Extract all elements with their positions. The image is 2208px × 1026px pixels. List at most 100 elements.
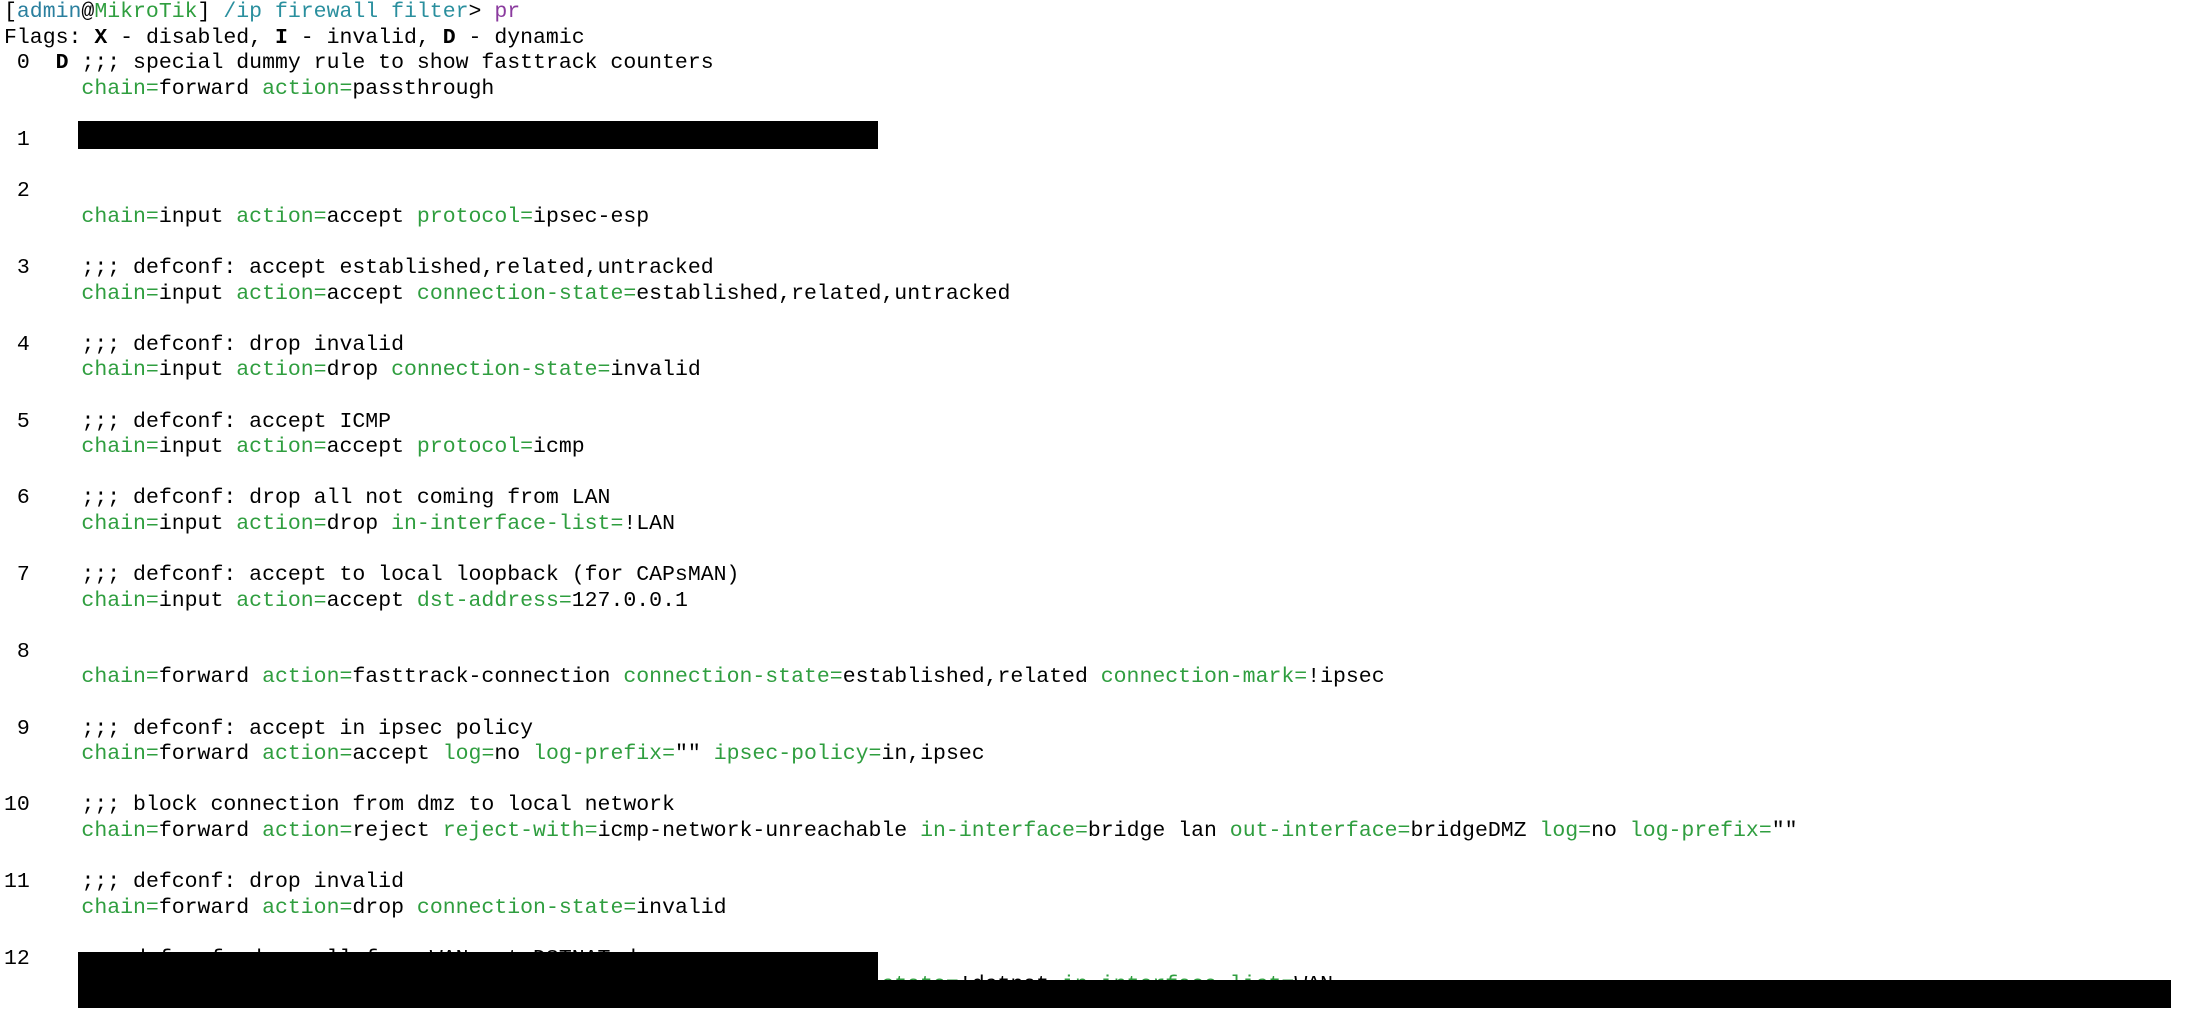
- rule-flag: D: [55, 51, 69, 76]
- rule-param-separator: [249, 665, 262, 689]
- rule-1-redaction: [78, 121, 878, 149]
- rule-params-line: chain=input action=drop connection-state…: [0, 358, 2208, 384]
- rule-param-value: forward: [158, 665, 250, 690]
- rule-header-line: 8: [0, 640, 2208, 666]
- rule-params-indent: [4, 512, 81, 536]
- firewall-rule[interactable]: 7 ;;; defconf: accept to local loopback …: [0, 563, 2208, 614]
- firewall-rule[interactable]: 2 chain=input action=accept protocol=ips…: [0, 179, 2208, 230]
- rule-param-separator: [404, 589, 417, 613]
- rule-header-line: 11 ;;; defconf: drop invalid: [0, 870, 2208, 896]
- rule-param-key: dst-address=: [416, 588, 572, 613]
- prompt-command: pr: [494, 0, 521, 24]
- rule-param-key: chain=: [81, 281, 159, 306]
- rule-comment: ;;; defconf: drop invalid: [81, 870, 404, 895]
- rule-param-separator: [1527, 819, 1540, 843]
- rule-params-indent: [4, 435, 81, 459]
- prompt-hostname: MikroTik: [94, 0, 198, 24]
- rule-param-key: chain=: [81, 358, 159, 383]
- rule-param-separator: [223, 282, 236, 306]
- rule-index-gap: [30, 333, 56, 357]
- rule-header-line: 4 ;;; defconf: drop invalid: [0, 333, 2208, 359]
- rule-param-key: action=: [236, 435, 327, 460]
- rule-param-key: chain=: [81, 588, 159, 613]
- flag-x-description: - disabled,: [107, 25, 275, 50]
- rule-param-key: in-interface-list=: [391, 511, 624, 536]
- rule-spacer: [0, 614, 2208, 640]
- rule-params-line: chain=forward action=accept log=no log-p…: [0, 742, 2208, 768]
- rule-param-separator: [907, 819, 920, 843]
- rule-spacer: [0, 921, 2208, 947]
- rule-param-key: ipsec-policy=: [713, 742, 882, 767]
- rule-param-key: chain=: [81, 895, 159, 920]
- rule-index-gap: [30, 947, 56, 971]
- rule-comment: ;;; defconf: accept ICMP: [81, 409, 392, 434]
- firewall-rule[interactable]: 11 ;;; defconf: drop invalid chain=forwa…: [0, 870, 2208, 921]
- rule-index-gap: [30, 870, 56, 894]
- rule-param-separator: [404, 282, 417, 306]
- rule-params-indent: [4, 358, 81, 382]
- rule-param-value: "": [675, 742, 701, 767]
- firewall-rule[interactable]: 4 ;;; defconf: drop invalid chain=input …: [0, 333, 2208, 384]
- rule-index-gap: [30, 793, 56, 817]
- rule-param-value: bridgeDMZ: [1410, 819, 1527, 843]
- rule-13-redaction: [78, 952, 878, 980]
- rule-index-gap: [30, 410, 56, 434]
- rule-param-value: input: [158, 435, 224, 460]
- rule-param-value: accept: [352, 742, 430, 767]
- rule-params-line: chain=forward action=passthrough: [0, 77, 2208, 103]
- prompt-open-bracket: [: [4, 0, 17, 24]
- rule-index: 12: [4, 946, 30, 971]
- rule-param-separator: [404, 205, 417, 229]
- rule-param-separator: [1088, 665, 1101, 689]
- rule-param-value: accept: [326, 435, 405, 460]
- firewall-rule[interactable]: 8 chain=forward action=fasttrack-connect…: [0, 640, 2208, 691]
- firewall-rule[interactable]: 3 ;;; defconf: accept established,relate…: [0, 256, 2208, 307]
- rule-index: 11: [4, 870, 30, 895]
- rule-header-line: 6 ;;; defconf: drop all not coming from …: [0, 486, 2208, 512]
- rule-param-value: bridge lan: [1087, 819, 1217, 843]
- flag-x: X: [94, 25, 108, 50]
- rule-flag-gap: [56, 563, 82, 587]
- firewall-rule[interactable]: 9 ;;; defconf: accept in ipsec policy ch…: [0, 717, 2208, 768]
- flags-legend-line: Flags: X - disabled, I - invalid, D - dy…: [0, 26, 2208, 52]
- rule-param-value: forward: [158, 76, 250, 101]
- rule-param-key: action=: [262, 819, 353, 843]
- rule-param-value: forward: [158, 742, 250, 767]
- rule-flag-gap: [56, 179, 82, 203]
- rule-header-line: 3 ;;; defconf: accept established,relate…: [0, 256, 2208, 282]
- rule-header-line: 0 D ;;; special dummy rule to show fastt…: [0, 51, 2208, 77]
- terminal-window: [admin@MikroTik] /ip firewall filter> pr…: [0, 0, 2208, 1026]
- firewall-rule[interactable]: 10 ;;; block connection from dmz to loca…: [0, 793, 2208, 844]
- prompt-line-top: [admin@MikroTik] /ip firewall filter> pr: [0, 0, 2208, 26]
- rule-params-indent: [4, 742, 81, 766]
- rule-param-key: connection-state=: [416, 895, 637, 920]
- rule-param-value: drop: [326, 511, 379, 536]
- rule-params-indent: [4, 819, 81, 843]
- flags-label: Flags:: [4, 25, 95, 50]
- rule-param-value: accept: [326, 281, 405, 306]
- firewall-rule[interactable]: 0 D ;;; special dummy rule to show fastt…: [0, 51, 2208, 102]
- rule-param-separator: [701, 742, 714, 766]
- rule-params-indent: [4, 589, 81, 613]
- rule-spacer: [0, 230, 2208, 256]
- rule-comment: ;;; defconf: drop all not coming from LA…: [81, 486, 611, 511]
- rule-param-value: accept: [326, 204, 405, 229]
- rule-comment: ;;; defconf: accept established,related,…: [81, 255, 714, 280]
- firewall-rule[interactable]: 5 ;;; defconf: accept ICMP chain=input a…: [0, 410, 2208, 461]
- rule-flag-gap: [56, 870, 82, 894]
- rule-param-key: in-interface=: [920, 819, 1088, 843]
- firewall-rule[interactable]: 6 ;;; defconf: drop all not coming from …: [0, 486, 2208, 537]
- rule-param-key: reject-with=: [442, 819, 598, 843]
- rule-params-line: chain=forward action=fasttrack-connectio…: [0, 665, 2208, 691]
- rule-param-key: protocol=: [416, 204, 534, 229]
- rule-comment: ;;; defconf: drop invalid: [81, 332, 404, 357]
- rule-param-value: "": [1771, 819, 1798, 843]
- rule-index-gap: [30, 717, 56, 741]
- rule-index: 6: [4, 486, 30, 511]
- rule-13-overflow-redaction: [78, 980, 2171, 1008]
- rule-param-key: chain=: [81, 204, 159, 229]
- rule-flag-gap: [56, 410, 82, 434]
- prompt-user: admin: [16, 0, 82, 24]
- rule-param-key: chain=: [81, 665, 159, 690]
- rule-params-indent: [4, 665, 81, 689]
